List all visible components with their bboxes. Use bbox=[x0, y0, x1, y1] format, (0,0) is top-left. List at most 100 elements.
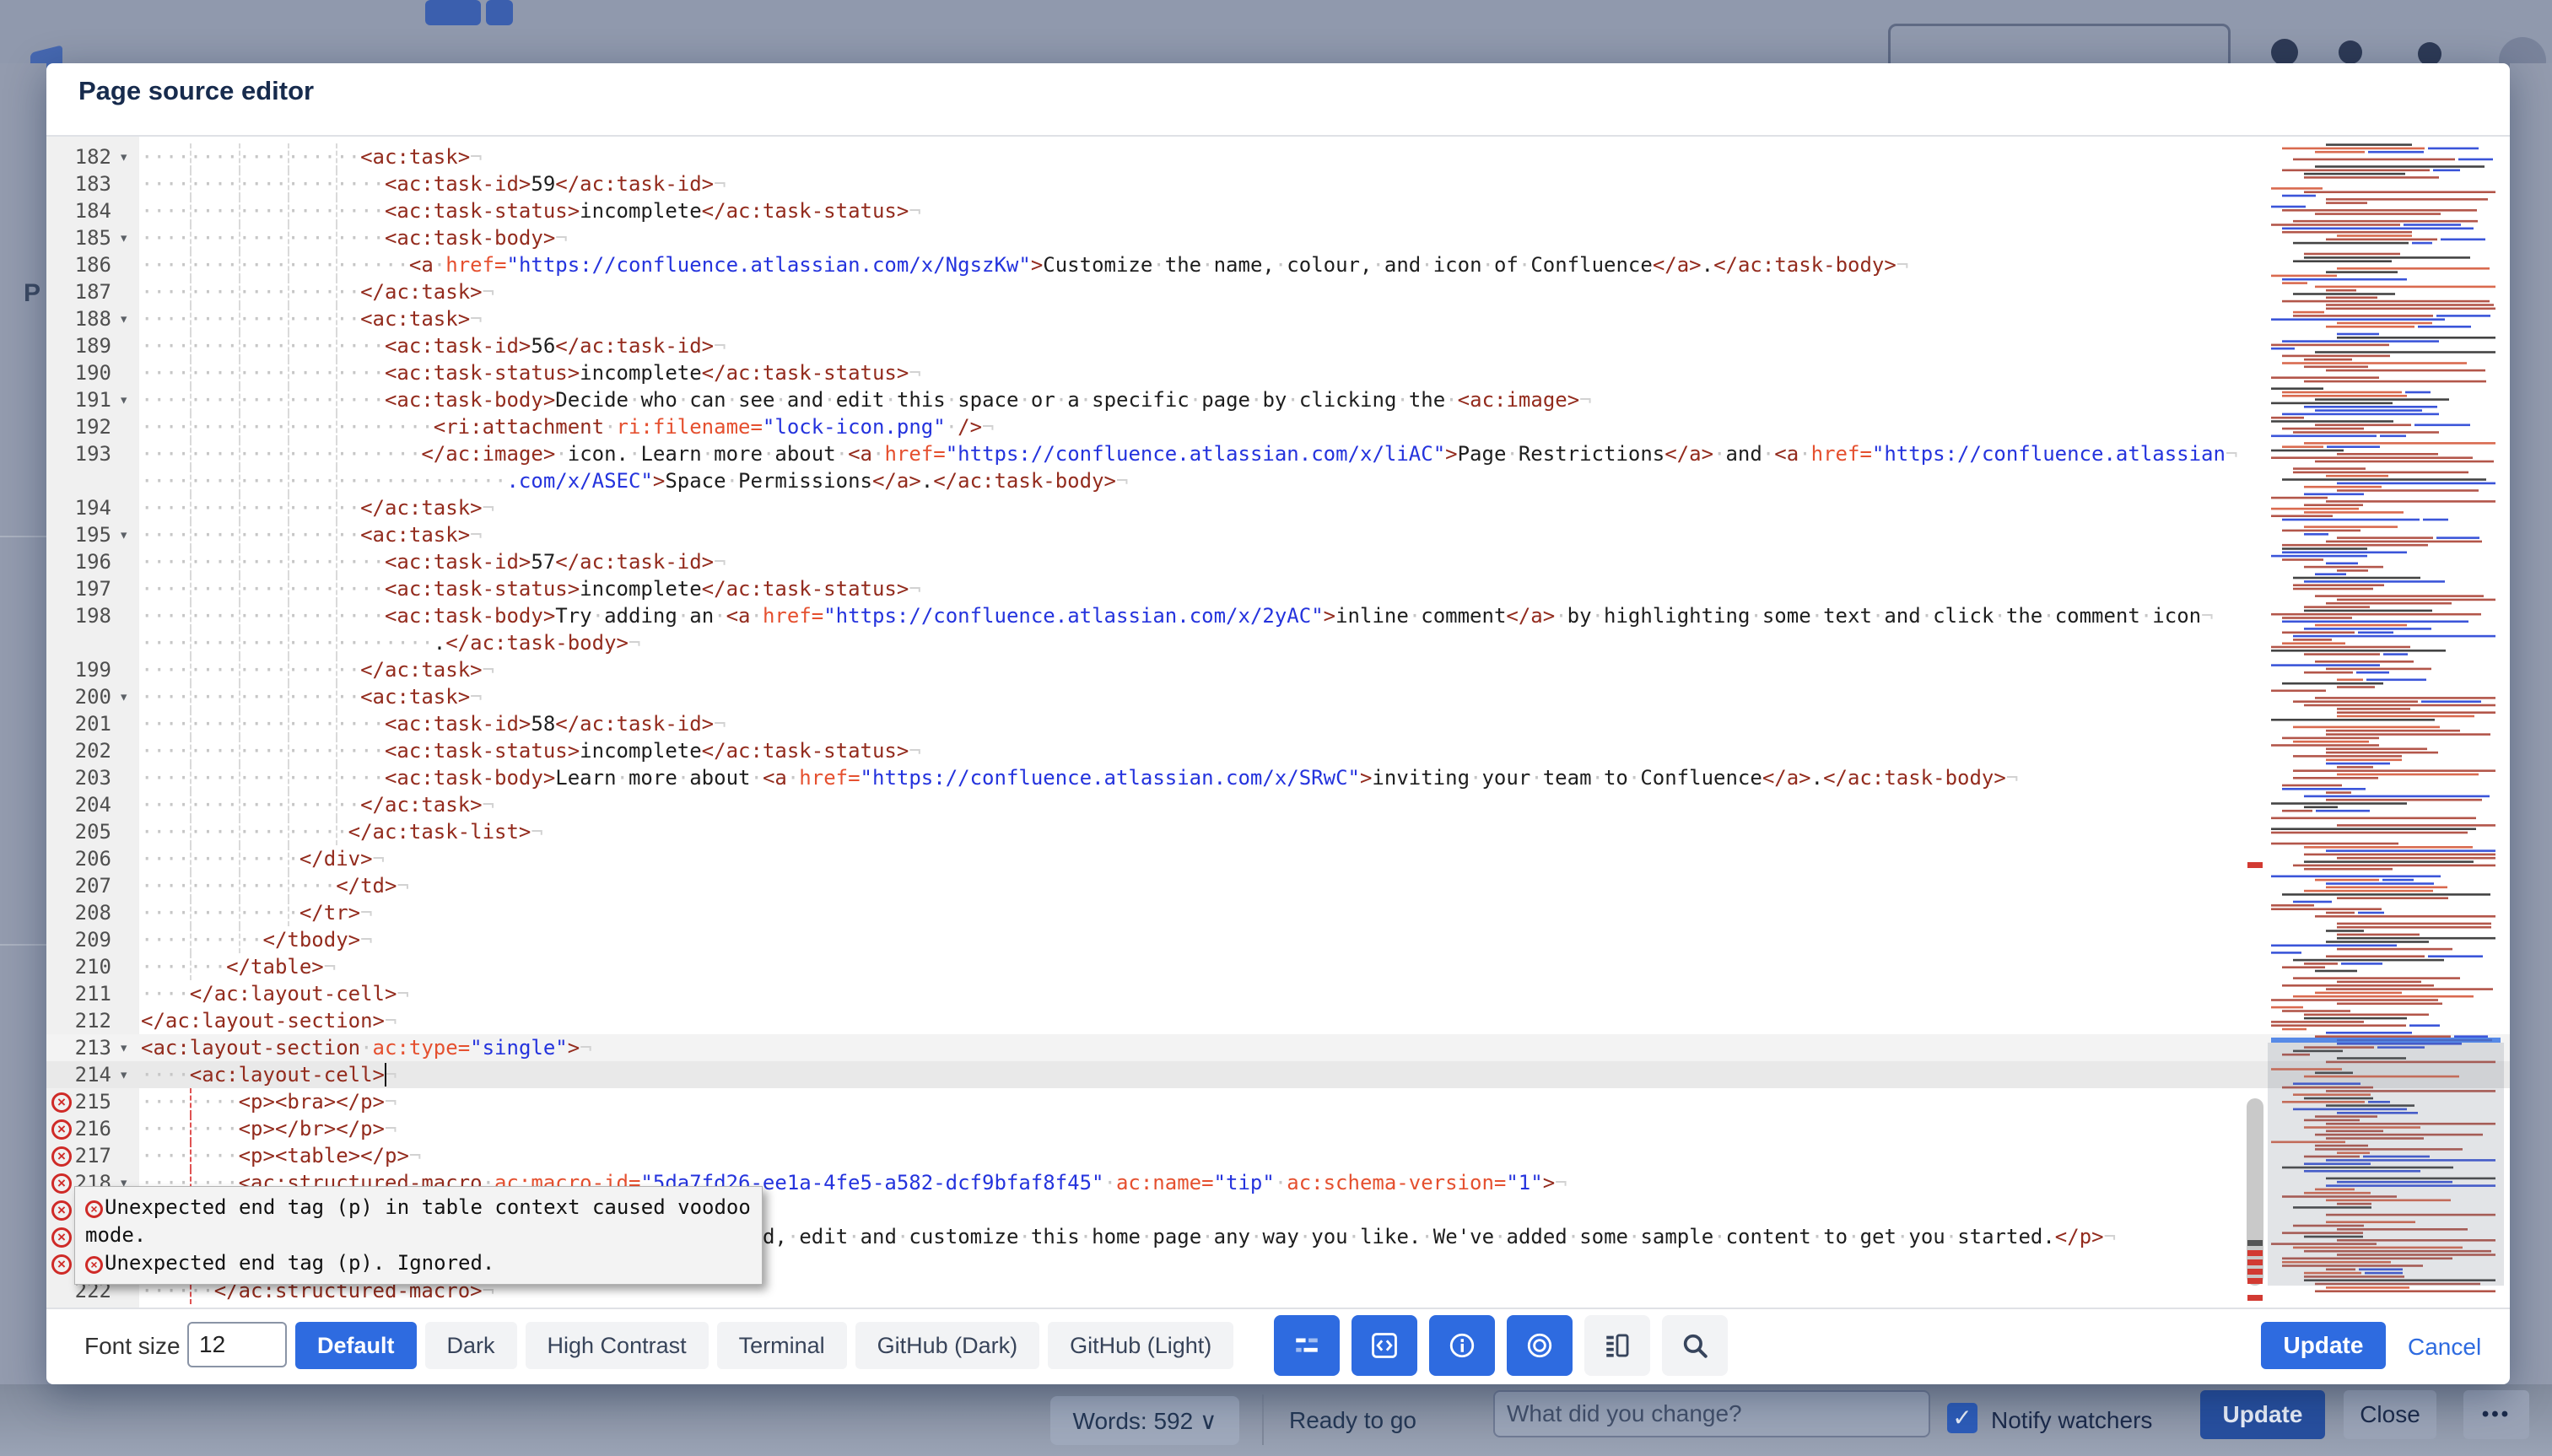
code-line[interactable]: ×217········<p><table></p>¬ bbox=[46, 1142, 2510, 1169]
code-line[interactable]: ······························.com/x/ASE… bbox=[46, 467, 2510, 494]
line-number: 199 bbox=[63, 656, 111, 683]
line-number: 185 bbox=[63, 224, 111, 251]
error-icon: × bbox=[85, 1200, 103, 1218]
code-line-text: ··················</ac:task>¬ bbox=[141, 278, 494, 305]
line-number: 188 bbox=[63, 305, 111, 332]
page-close-button[interactable]: Close bbox=[2344, 1390, 2436, 1439]
code-line-text: ····················<ac:task-body>Decide… bbox=[141, 386, 1592, 413]
theme-button-github-light[interactable]: GitHub (Light) bbox=[1048, 1322, 1233, 1369]
code-line[interactable]: 211····</ac:layout-cell>¬ bbox=[46, 980, 2510, 1007]
editor-scrollbar[interactable] bbox=[2247, 1098, 2263, 1286]
code-line-text: ·············</div>¬ bbox=[141, 845, 385, 872]
code-line-text: ····················<ac:task-id>56</ac:t… bbox=[141, 332, 726, 359]
code-line[interactable]: 192························<ri:attachmen… bbox=[46, 413, 2510, 440]
line-number: 213 bbox=[63, 1034, 111, 1061]
fold-arrow-icon[interactable]: ▾ bbox=[119, 1034, 138, 1061]
code-line[interactable]: 191▾····················<ac:task-body>De… bbox=[46, 386, 2510, 413]
code-line[interactable]: 213▾<ac:layout-section·ac:type="single">… bbox=[46, 1034, 2510, 1061]
info-button[interactable] bbox=[1429, 1315, 1495, 1376]
theme-button-github-dark[interactable]: GitHub (Dark) bbox=[855, 1322, 1040, 1369]
font-size-input[interactable] bbox=[187, 1322, 287, 1367]
search-button[interactable] bbox=[1662, 1315, 1728, 1376]
code-line-text: ····················<ac:task-id>57</ac:t… bbox=[141, 548, 726, 575]
code-line[interactable]: ×216········<p></br></p>¬ bbox=[46, 1115, 2510, 1142]
code-line[interactable]: 187 ··················</ac:task>¬ bbox=[46, 278, 2510, 305]
minimap-viewport[interactable] bbox=[2268, 1043, 2504, 1286]
line-number: 193 bbox=[63, 440, 111, 467]
code-line[interactable]: 208·············</tr>¬ bbox=[46, 899, 2510, 926]
code-line[interactable]: 212</ac:layout-section>¬ bbox=[46, 1007, 2510, 1034]
code-line[interactable]: 214▾····<ac:layout-cell>¬ bbox=[46, 1061, 2510, 1088]
line-number: 198 bbox=[63, 602, 111, 629]
code-line[interactable]: 190····················<ac:task-status>i… bbox=[46, 359, 2510, 386]
word-count-dropdown[interactable]: Words: 592 ∨ bbox=[1050, 1396, 1239, 1445]
code-line[interactable]: 206·············</div>¬ bbox=[46, 845, 2510, 872]
code-line[interactable]: 198····················<ac:task-body>Try… bbox=[46, 602, 2510, 629]
code-line[interactable]: 182▾··················<ac:task>¬ bbox=[46, 143, 2510, 170]
dimmed-page-left: P bbox=[0, 63, 46, 1456]
line-number: 194 bbox=[63, 494, 111, 521]
code-line-text: ········<p></br></p>¬ bbox=[141, 1115, 397, 1142]
source-cancel-button[interactable]: Cancel bbox=[2403, 1333, 2486, 1362]
code-line[interactable]: 210·······</table>¬ bbox=[46, 953, 2510, 980]
code-line-text: ··················</ac:task>¬ bbox=[141, 494, 494, 521]
code-line[interactable]: 188▾··················<ac:task>¬ bbox=[46, 305, 2510, 332]
code-view-button[interactable] bbox=[1352, 1315, 1417, 1376]
code-line[interactable]: 205·················</ac:task-list>¬ bbox=[46, 818, 2510, 845]
code-line[interactable]: 204··················</ac:task>¬ bbox=[46, 791, 2510, 818]
code-line[interactable]: 189····················<ac:task-id>56</a… bbox=[46, 332, 2510, 359]
fold-arrow-icon[interactable]: ▾ bbox=[119, 1061, 138, 1088]
code-line[interactable]: ×215········<p><bra></p>¬ bbox=[46, 1088, 2510, 1115]
chevron-down-icon: ∨ bbox=[1200, 1408, 1217, 1434]
more-options-button[interactable]: ••• bbox=[2463, 1390, 2529, 1439]
code-line-text: ·······</table>¬ bbox=[141, 953, 336, 980]
source-code-editor[interactable]: 182▾··················<ac:task>¬183·····… bbox=[46, 135, 2510, 1309]
person-icon bbox=[2418, 42, 2441, 66]
code-line[interactable]: 184····················<ac:task-status>i… bbox=[46, 197, 2510, 224]
code-line[interactable]: ························.</ac:task-body>… bbox=[46, 629, 2510, 656]
line-number: 192 bbox=[63, 413, 111, 440]
line-number: 217 bbox=[63, 1142, 111, 1169]
dialog-footer: Font size DefaultDarkHigh ContrastTermin… bbox=[46, 1308, 2510, 1384]
line-number: 205 bbox=[63, 818, 111, 845]
code-line[interactable]: 201····················<ac:task-id>58</a… bbox=[46, 710, 2510, 737]
line-number: 196 bbox=[63, 548, 111, 575]
preview-button[interactable] bbox=[1507, 1315, 1573, 1376]
screen: P ? Words: 592 ∨ Ready to go ✓ Notify wa… bbox=[0, 0, 2552, 1456]
code-line[interactable]: 183····················<ac:task-id>59</a… bbox=[46, 170, 2510, 197]
code-line[interactable]: 209··········</tbody>¬ bbox=[46, 926, 2510, 953]
code-line[interactable]: 202····················<ac:task-status>i… bbox=[46, 737, 2510, 764]
notify-watchers-checkbox[interactable]: ✓ bbox=[1947, 1403, 1977, 1433]
code-line[interactable]: 185▾····················<ac:task-body>¬ bbox=[46, 224, 2510, 251]
source-update-button[interactable]: Update bbox=[2261, 1322, 2386, 1369]
bell-icon bbox=[2339, 40, 2362, 64]
code-line[interactable]: 199··················</ac:task>¬ bbox=[46, 656, 2510, 683]
fold-arrow-icon[interactable]: ▾ bbox=[119, 386, 138, 413]
indent-guides-button[interactable] bbox=[1274, 1315, 1340, 1376]
minimap-toggle-button[interactable] bbox=[1584, 1315, 1650, 1376]
fold-arrow-icon[interactable]: ▾ bbox=[119, 683, 138, 710]
code-line[interactable]: 195▾··················<ac:task>¬ bbox=[46, 521, 2510, 548]
fold-arrow-icon[interactable]: ▾ bbox=[119, 143, 138, 170]
version-comment-input[interactable] bbox=[1493, 1390, 1930, 1437]
code-line[interactable]: 203····················<ac:task-body>Lea… bbox=[46, 764, 2510, 791]
code-line[interactable]: 193·······················</ac:image>·ic… bbox=[46, 440, 2510, 467]
theme-button-dark[interactable]: Dark bbox=[425, 1322, 517, 1369]
code-line[interactable]: 200▾··················<ac:task>¬ bbox=[46, 683, 2510, 710]
theme-button-high-contrast[interactable]: High Contrast bbox=[526, 1322, 709, 1369]
line-number: 187 bbox=[63, 278, 111, 305]
fold-arrow-icon[interactable]: ▾ bbox=[119, 305, 138, 332]
fold-arrow-icon[interactable]: ▾ bbox=[119, 224, 138, 251]
dimmed-dropdown-button bbox=[486, 0, 513, 25]
code-line[interactable]: 196 ····················<ac:task-id>57</a… bbox=[46, 548, 2510, 575]
page-update-button[interactable]: Update bbox=[2200, 1390, 2325, 1439]
line-number: 207 bbox=[63, 872, 111, 899]
code-line[interactable]: 194 ··················</ac:task>¬ bbox=[46, 494, 2510, 521]
code-line[interactable]: 197····················<ac:task-status>i… bbox=[46, 575, 2510, 602]
code-line[interactable]: 207················</td>¬ bbox=[46, 872, 2510, 899]
theme-button-default[interactable]: Default bbox=[295, 1322, 417, 1369]
code-line[interactable]: 186······················<a·href="https:… bbox=[46, 251, 2510, 278]
fold-arrow-icon[interactable]: ▾ bbox=[119, 521, 138, 548]
theme-button-terminal[interactable]: Terminal bbox=[717, 1322, 847, 1369]
error-tooltip: ×Unexpected end tag (p) in table context… bbox=[74, 1186, 763, 1285]
